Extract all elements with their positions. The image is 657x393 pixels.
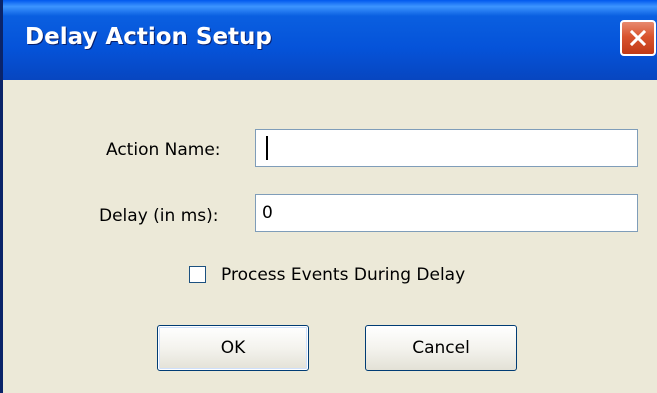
process-events-checkbox[interactable] [189, 266, 206, 283]
text-caret [266, 136, 268, 160]
action-name-label: Action Name: [106, 140, 221, 160]
cancel-button[interactable]: Cancel [365, 325, 517, 371]
close-button[interactable] [620, 20, 656, 56]
process-events-label[interactable]: Process Events During Delay [221, 265, 465, 285]
delay-input[interactable] [255, 194, 638, 232]
delay-label: Delay (in ms): [99, 206, 219, 226]
window-title: Delay Action Setup [25, 24, 272, 50]
close-icon [629, 29, 647, 47]
action-name-input[interactable] [255, 129, 638, 167]
title-bar[interactable]: Delay Action Setup [3, 0, 657, 80]
ok-button[interactable]: OK [157, 325, 309, 371]
dialog-window: Delay Action Setup Action Name: Delay (i… [0, 0, 657, 393]
